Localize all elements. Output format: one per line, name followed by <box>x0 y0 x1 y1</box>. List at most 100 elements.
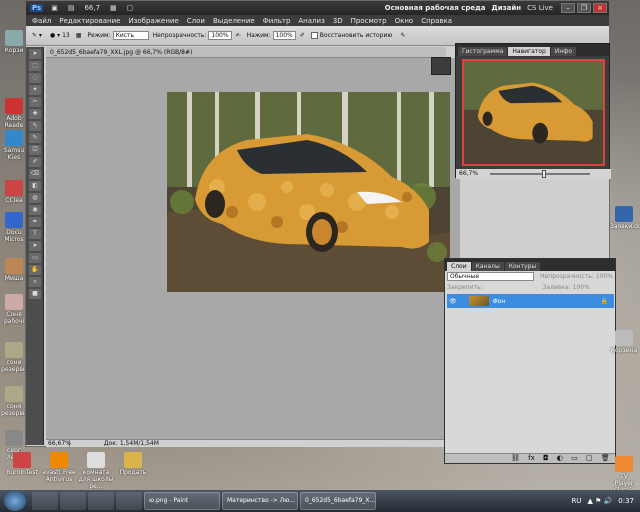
move-tool-icon[interactable]: ➤ <box>29 49 41 59</box>
menu-item[interactable]: Редактирование <box>59 17 120 25</box>
status-zoom[interactable]: 66,67% <box>48 440 71 448</box>
brush-panel-icon[interactable]: ▦ <box>76 32 82 39</box>
zoom-tool-icon[interactable]: ⌕ <box>29 277 41 287</box>
eraser-tool-icon[interactable]: ⌫ <box>29 169 41 179</box>
desktop-icon[interactable]: BurnInTest <box>4 452 40 476</box>
menu-item[interactable]: Выделение <box>213 17 255 25</box>
history-brush-tool-icon[interactable]: ✐ <box>29 157 41 167</box>
language-indicator[interactable]: RU <box>571 497 581 505</box>
airbrush-icon[interactable]: ✍ <box>236 32 241 39</box>
desktop-icon[interactable]: комната для школы ре... <box>78 452 114 490</box>
minimize-button[interactable]: – <box>561 3 575 13</box>
workspace-name[interactable]: Основная рабочая среда <box>385 4 486 12</box>
tab-navigator[interactable]: Навигатор <box>508 47 550 56</box>
media-player-icon[interactable] <box>88 492 114 510</box>
menu-item[interactable]: Файл <box>32 17 51 25</box>
link-layers-icon[interactable]: ⛓ <box>511 454 520 462</box>
menu-item[interactable]: 3D <box>333 17 343 25</box>
layer-row[interactable]: 👁 Фон 🔒 <box>447 294 614 308</box>
desktop-icon[interactable]: TV Player Classic <box>610 456 638 494</box>
group-icon[interactable]: ▭ <box>571 454 578 462</box>
workspace-mode[interactable]: Дизайн <box>491 4 521 12</box>
tray-icons[interactable]: ▲ ⚑ 🔊 <box>587 497 612 505</box>
task-browser[interactable]: Материнство -> Лю... <box>222 492 298 510</box>
menu-item[interactable]: Анализ <box>298 17 324 25</box>
desktop-icon[interactable]: Продать <box>115 452 151 476</box>
menu-item[interactable]: Изображение <box>128 17 178 25</box>
quick-select-tool-icon[interactable]: ✦ <box>29 85 41 95</box>
menu-item[interactable]: Окно <box>395 17 414 25</box>
adjustment-icon[interactable]: ◐ <box>557 454 563 462</box>
brush-preset-icon[interactable]: ● ▾ <box>50 32 60 39</box>
tab-paths[interactable]: Контуры <box>504 262 541 271</box>
brush-tool-icon[interactable]: ✎ <box>29 133 41 143</box>
opacity-field[interactable]: 100% <box>208 31 232 40</box>
brush-tool-icon[interactable]: ✎ ▾ <box>32 32 42 39</box>
clock[interactable]: 0:37 <box>618 497 634 505</box>
desktop-icon[interactable]: Заявки.docx <box>610 206 640 230</box>
task-photoshop[interactable]: 0_652d5_6baefa79_X... <box>300 492 376 510</box>
stamp-tool-icon[interactable]: ⎚ <box>29 145 41 155</box>
folder-icon[interactable] <box>116 492 142 510</box>
slider-handle-icon[interactable] <box>541 169 546 178</box>
browser-icon[interactable] <box>60 492 86 510</box>
tab-channels[interactable]: Каналы <box>471 262 504 271</box>
menu-item[interactable]: Слои <box>187 17 205 25</box>
eyedropper-tool-icon[interactable]: ✚ <box>29 109 41 119</box>
new-layer-icon[interactable]: ▢ <box>586 454 593 462</box>
desktop-icon[interactable]: Миша <box>0 258 28 282</box>
restore-button[interactable]: ❐ <box>577 3 591 13</box>
zoom-level[interactable]: 66,7 <box>84 4 100 12</box>
launch-minibridge-icon[interactable]: ▤ <box>68 4 75 12</box>
document-tab[interactable]: 0_652d5_6baefa79_XXL.jpg @ 66,7% (RGB/8#… <box>46 47 446 58</box>
shape-tool-icon[interactable]: ▭ <box>29 253 41 263</box>
desktop-icon[interactable]: соня резервн <box>0 386 28 417</box>
dodge-tool-icon[interactable]: ◉ <box>29 205 41 215</box>
blur-tool-icon[interactable]: ◍ <box>29 193 41 203</box>
gradient-tool-icon[interactable]: ◧ <box>29 181 41 191</box>
arrange-icon[interactable]: ▦ <box>110 4 117 12</box>
menu-item[interactable]: Справка <box>421 17 452 25</box>
fx-icon[interactable]: fx <box>528 454 535 462</box>
crop-tool-icon[interactable]: ✂ <box>29 97 41 107</box>
type-tool-icon[interactable]: T <box>29 229 41 239</box>
launch-bridge-icon[interactable]: ▣ <box>51 4 58 12</box>
close-button[interactable]: × <box>593 3 607 13</box>
navigator-zoom-slider[interactable] <box>489 169 590 178</box>
document-image[interactable] <box>167 92 450 292</box>
tab-layers[interactable]: Слои <box>447 262 471 271</box>
pressure-field[interactable]: 100% <box>272 31 296 40</box>
marquee-tool-icon[interactable]: ⬚ <box>29 61 41 71</box>
lasso-tool-icon[interactable]: ◌ <box>29 73 41 83</box>
desktop-icon[interactable]: CClea <box>0 180 28 204</box>
trash-icon[interactable]: 🗑 <box>601 454 610 462</box>
screen-mode-icon[interactable]: ▢ <box>127 4 134 12</box>
mask-icon[interactable]: ◘ <box>543 454 549 462</box>
desktop-icon[interactable]: Корзина <box>610 330 638 354</box>
task-paint[interactable]: ю.png - Paint <box>144 492 220 510</box>
desktop-icon[interactable]: Корзи <box>0 30 28 54</box>
path-select-tool-icon[interactable]: ➤ <box>29 241 41 251</box>
cs-live-button[interactable]: CS Live <box>527 4 553 12</box>
tab-histogram[interactable]: Гистограмма <box>458 47 508 56</box>
visibility-eye-icon[interactable]: 👁 <box>449 298 457 305</box>
navigator-preview[interactable] <box>462 59 605 166</box>
explorer-icon[interactable] <box>32 492 58 510</box>
layer-opacity-field[interactable]: 100% <box>596 273 613 280</box>
desktop-icon[interactable]: Adob Reade <box>0 98 28 129</box>
collapsed-panel-icon[interactable] <box>431 57 451 75</box>
menu-item[interactable]: Фильтр <box>263 17 291 25</box>
color-swatch-tool-icon[interactable]: ■ <box>29 289 41 299</box>
tablet-pressure-icon[interactable]: ✎ <box>400 32 405 39</box>
desktop-icon[interactable]: Samsu Kies <box>0 130 28 161</box>
desktop-icon[interactable]: avast! Free Antivirus <box>41 452 77 483</box>
desktop-icon[interactable]: Docu Micros <box>0 212 28 243</box>
pen-tool-icon[interactable]: ✒ <box>29 217 41 227</box>
tab-info[interactable]: Инфо <box>550 47 577 56</box>
pressure-toggle-icon[interactable]: ✐ <box>300 32 305 39</box>
menu-item[interactable]: Просмотр <box>351 17 387 25</box>
desktop-icon[interactable]: Соня рабочі <box>0 294 28 325</box>
hand-tool-icon[interactable]: ✋ <box>29 265 41 275</box>
fill-field[interactable]: 100% <box>573 284 590 291</box>
mode-select[interactable]: Кисть <box>112 31 149 40</box>
